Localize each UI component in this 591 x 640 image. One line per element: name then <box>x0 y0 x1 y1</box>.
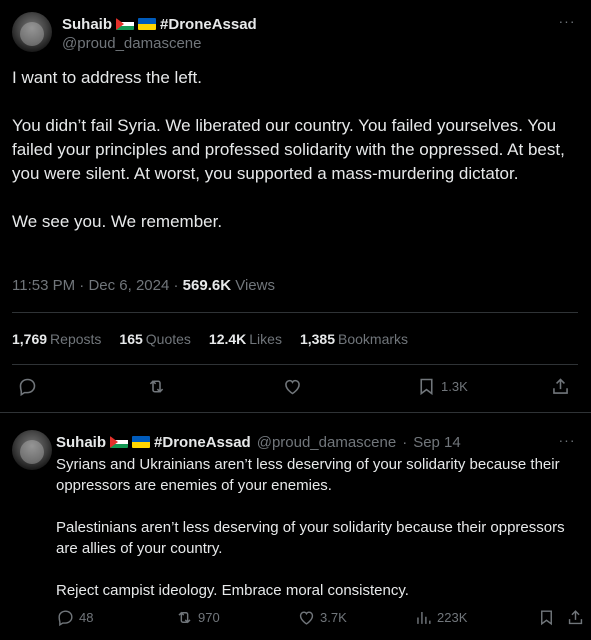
tweet-text: Syrians and Ukrainians aren’t less deser… <box>56 454 584 601</box>
divider <box>12 312 578 313</box>
like-button[interactable]: 3.7K <box>297 608 347 627</box>
meta-separator: · <box>79 277 85 294</box>
repost-button[interactable] <box>146 376 167 397</box>
ukraine-flag-icon <box>132 436 151 448</box>
tweet-actions: 1.3K <box>0 376 591 404</box>
author-handle[interactable]: @proud_damascene <box>257 434 396 451</box>
tweet-paragraph: You didn’t fail Syria. We liberated our … <box>12 116 565 183</box>
like-count: 3.7K <box>320 610 347 625</box>
palestine-flag-icon <box>116 18 135 30</box>
reply-count: 48 <box>79 610 94 625</box>
likes-stat[interactable]: 12.4K Likes <box>209 328 282 350</box>
tweet-paragraph: We see you. We remember. <box>12 212 223 231</box>
share-button[interactable] <box>550 376 571 397</box>
repost-icon <box>149 380 164 393</box>
ukraine-flag-icon <box>138 18 157 30</box>
tweet-time[interactable]: 11:53 PM <box>12 277 75 294</box>
divider <box>0 412 591 413</box>
author-name[interactable]: Suhaib <box>56 434 106 451</box>
views-count: 223K <box>437 610 468 625</box>
repost-button[interactable]: 970 <box>175 608 220 627</box>
divider <box>12 364 578 365</box>
bookmark-count: 1.3K <box>441 379 468 394</box>
bookmarks-stat[interactable]: 1,385 Bookmarks <box>300 328 408 350</box>
repost-count: 970 <box>198 610 220 625</box>
share-icon <box>568 610 583 625</box>
reply-button[interactable] <box>17 376 38 397</box>
author-handle[interactable]: @proud_damascene <box>62 35 201 52</box>
reply-icon <box>19 378 36 397</box>
meta-separator: · <box>173 277 179 294</box>
heart-icon <box>285 379 300 395</box>
bookmark-icon <box>541 610 552 626</box>
author-hashtag: #DroneAssad <box>154 433 251 451</box>
bookmark-icon <box>420 378 433 396</box>
share-icon <box>553 378 568 394</box>
author-hashtag: #DroneAssad <box>160 15 257 33</box>
tweet-text: I want to address the left. You didn’t f… <box>12 66 578 234</box>
like-button[interactable] <box>282 376 303 397</box>
reply-button[interactable]: 48 <box>56 608 93 627</box>
quotes-stat[interactable]: 165 Quotes <box>119 328 191 350</box>
views-count: 569.6K <box>182 277 232 294</box>
more-options-icon[interactable]: ··· <box>557 14 577 34</box>
heart-icon <box>299 611 314 625</box>
share-button[interactable] <box>566 608 585 627</box>
avatar[interactable] <box>12 12 52 52</box>
tweet-meta: 11:53 PM · Dec 6, 2024 · 569.6K Views <box>12 276 275 296</box>
bookmark-button[interactable]: 1.3K <box>416 376 468 397</box>
author-name-row[interactable]: Suhaib #DroneAssad <box>62 14 257 34</box>
author-name[interactable]: Suhaib <box>62 16 112 33</box>
reply-icon <box>58 610 73 627</box>
views-label: Views <box>235 277 275 294</box>
palestine-flag-icon <box>110 436 129 448</box>
reply-author-row: Suhaib #DroneAssad @proud_damascene · Se… <box>56 432 461 452</box>
bookmark-button[interactable] <box>537 608 556 627</box>
tweet-date[interactable]: Sep 14 <box>413 434 461 451</box>
meta-separator: · <box>402 433 408 451</box>
engagement-stats: 1,769 Reposts 165 Quotes 12.4K Likes 1,385 B… <box>12 328 408 350</box>
tweet-date[interactable]: Dec 6, 2024 <box>88 277 169 294</box>
analytics-icon <box>417 611 431 624</box>
tweet-paragraph: Syrians and Ukrainians aren’t less deser… <box>56 456 560 494</box>
views-button[interactable]: 223K <box>414 608 467 627</box>
more-options-icon[interactable]: ··· <box>557 433 577 453</box>
tweet-paragraph: I want to address the left. <box>12 68 202 87</box>
reply-tweet[interactable]: Suhaib #DroneAssad @proud_damascene · Se… <box>0 420 591 640</box>
avatar[interactable] <box>12 430 52 470</box>
tweet-paragraph: Reject campist ideology. Embrace moral c… <box>56 582 409 599</box>
repost-icon <box>178 611 191 624</box>
tweet-paragraph: Palestinians aren’t less deserving of yo… <box>56 519 565 557</box>
reposts-stat[interactable]: 1,769 Reposts <box>12 328 101 350</box>
reply-tweet-actions: 48 970 3.7K 223K <box>0 608 591 632</box>
